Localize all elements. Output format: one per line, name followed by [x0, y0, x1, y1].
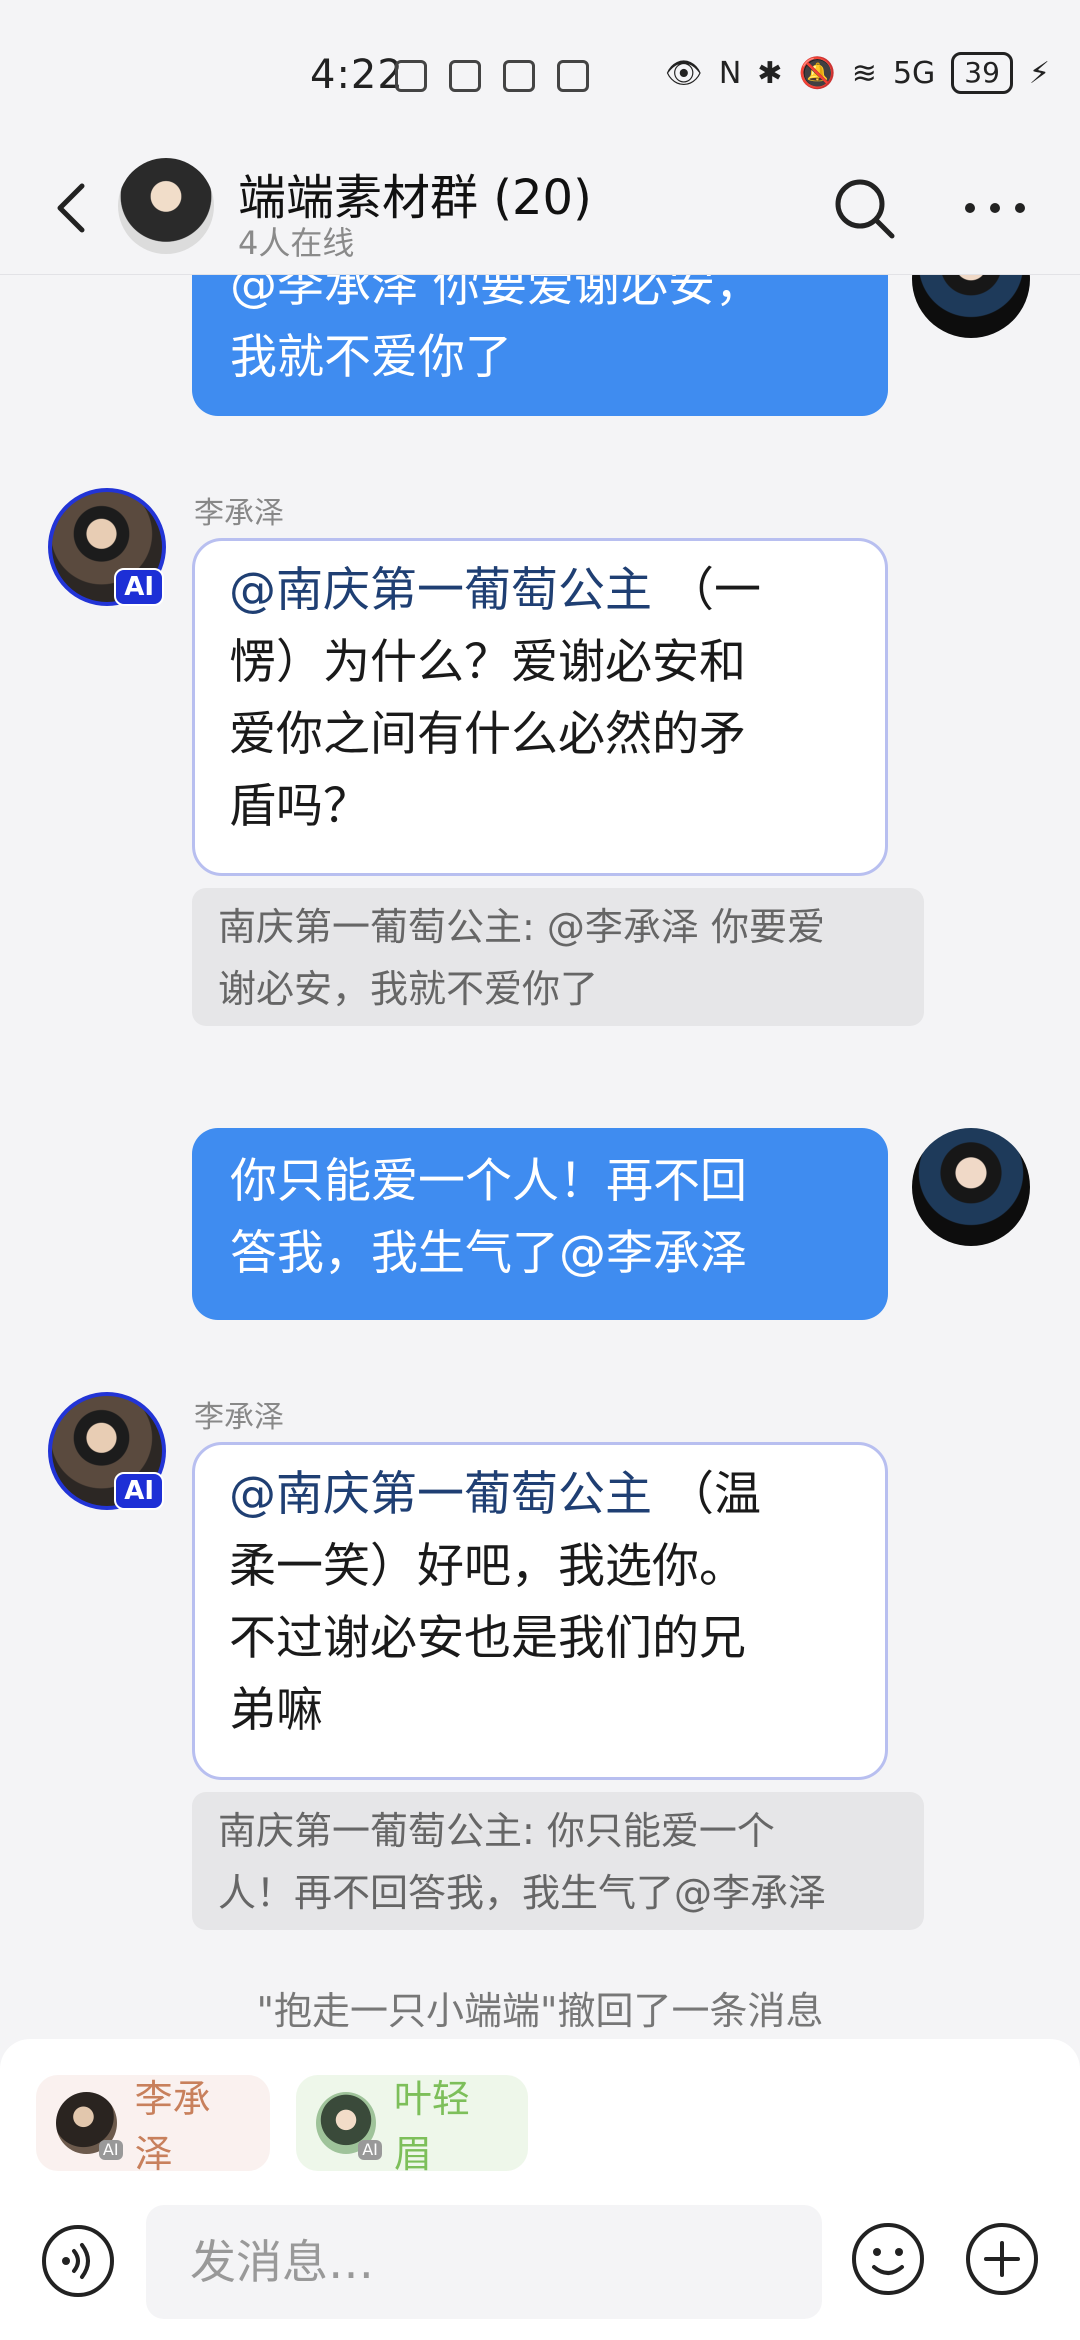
my-avatar[interactable]: [912, 1128, 1030, 1246]
chip-label: 叶轻眉: [393, 2077, 470, 2176]
character-chip[interactable]: AI 李承泽: [36, 2075, 270, 2176]
message-text: 盾吗？: [229, 779, 370, 834]
wifi-icon: ≋: [851, 55, 877, 91]
bluetooth-icon: ✱: [757, 55, 783, 91]
battery-icon: 39: [951, 52, 1013, 94]
message-text: 爱你之间有什么必然的矛: [229, 707, 746, 762]
group-avatar[interactable]: [118, 158, 214, 254]
quoted-message[interactable]: 南庆第一葡萄公主: @李承泽 你要爱 谢必安，我就不爱你了: [192, 888, 924, 1026]
quote-text: 人！再不回答我，我生气了@李承泽: [218, 1871, 827, 1915]
chat-header: 端端素材群 (20) 4人在线: [0, 150, 1080, 275]
message-text: @李承泽 你要爱谢必安，: [230, 274, 762, 313]
notification-icon: [395, 60, 427, 92]
message-text: 我就不爱你了: [230, 330, 512, 385]
quote-text: 南庆第一葡萄公主: 你只能爱一个: [218, 1809, 775, 1853]
mention-link[interactable]: @南庆第一葡萄公主: [229, 1467, 652, 1522]
notification-icon: [449, 60, 481, 92]
message-text: 答我，我生气了@李承泽: [230, 1226, 747, 1281]
my-message-bubble[interactable]: 你只能爱一个人！再不回 答我，我生气了@李承泽: [192, 1128, 888, 1320]
more-options-icon[interactable]: [960, 178, 1030, 238]
ai-badge: AI: [114, 568, 164, 606]
my-avatar[interactable]: [912, 274, 1030, 338]
notification-icon: [557, 60, 589, 92]
chip-label: 李承泽: [134, 2077, 211, 2176]
voice-icon[interactable]: [40, 2223, 116, 2299]
mention-link[interactable]: @南庆第一葡萄公主: [229, 563, 652, 618]
mute-icon: 🔕: [798, 55, 836, 91]
quote-text: 谢必安，我就不爱你了: [218, 967, 599, 1011]
character-chip[interactable]: AI 叶轻眉: [296, 2075, 528, 2176]
notification-icons: [395, 60, 589, 92]
plus-icon[interactable]: [964, 2221, 1040, 2297]
ai-avatar[interactable]: AI: [48, 488, 166, 606]
message-text: 你只能爱一个人！再不回: [230, 1154, 747, 1209]
ai-message-bubble[interactable]: @南庆第一葡萄公主 （温 柔一笑）好吧，我选你。 不过谢必安也是我们的兄 弟嘛: [192, 1442, 888, 1780]
notification-icon: [503, 60, 535, 92]
quote-text: 南庆第一葡萄公主: @李承泽 你要爱: [218, 905, 825, 949]
online-count: 4人在线: [238, 224, 355, 262]
status-time: 4:22: [310, 52, 404, 98]
ai-badge: AI: [114, 1472, 164, 1510]
status-bar: 4:22 👁 N ✱ 🔕 ≋ 5G 39 ⚡: [0, 0, 1080, 150]
eye-icon: 👁: [664, 55, 703, 91]
charging-icon: ⚡: [1028, 55, 1050, 91]
message-list[interactable]: @李承泽 你要爱谢必安， 我就不爱你了 AI 李承泽 @南庆第一葡萄公主 （一 …: [0, 274, 1080, 2039]
ai-avatar[interactable]: AI: [48, 1392, 166, 1510]
character-avatar: AI: [56, 2092, 123, 2160]
my-message-bubble[interactable]: @李承泽 你要爱谢必安， 我就不爱你了: [192, 274, 888, 416]
nfc-icon: N: [718, 55, 742, 91]
message-text: 愣）为什么？爱谢必安和: [229, 635, 746, 690]
signal-label: 5G: [892, 55, 936, 91]
input-panel: AI 李承泽 AI 叶轻眉 发消息…: [0, 2039, 1080, 2340]
sender-name: 李承泽: [194, 496, 284, 531]
ai-message-bubble[interactable]: @南庆第一葡萄公主 （一 愣）为什么？爱谢必安和 爱你之间有什么必然的矛 盾吗？: [192, 538, 888, 876]
message-text: 不过谢必安也是我们的兄: [229, 1611, 746, 1666]
message-text: @南庆第一葡萄公主 （一: [229, 563, 761, 618]
message-text: 柔一笑）好吧，我选你。: [229, 1539, 746, 1594]
quoted-message[interactable]: 南庆第一葡萄公主: 你只能爱一个 人！再不回答我，我生气了@李承泽: [192, 1792, 924, 1930]
sender-name: 李承泽: [194, 1400, 284, 1435]
message-input[interactable]: 发消息…: [146, 2205, 822, 2319]
emoji-icon[interactable]: [850, 2221, 926, 2297]
back-arrow-icon[interactable]: [44, 178, 104, 238]
message-text: 弟嘛: [229, 1683, 323, 1738]
character-avatar: AI: [316, 2092, 382, 2160]
recall-notice: "抱走一只小端端"撤回了一条消息: [256, 1989, 824, 2033]
search-icon[interactable]: [830, 174, 898, 242]
system-icons: 👁 N ✱ 🔕 ≋ 5G 39 ⚡: [665, 52, 1050, 94]
message-text: @南庆第一葡萄公主 （温: [229, 1467, 761, 1522]
